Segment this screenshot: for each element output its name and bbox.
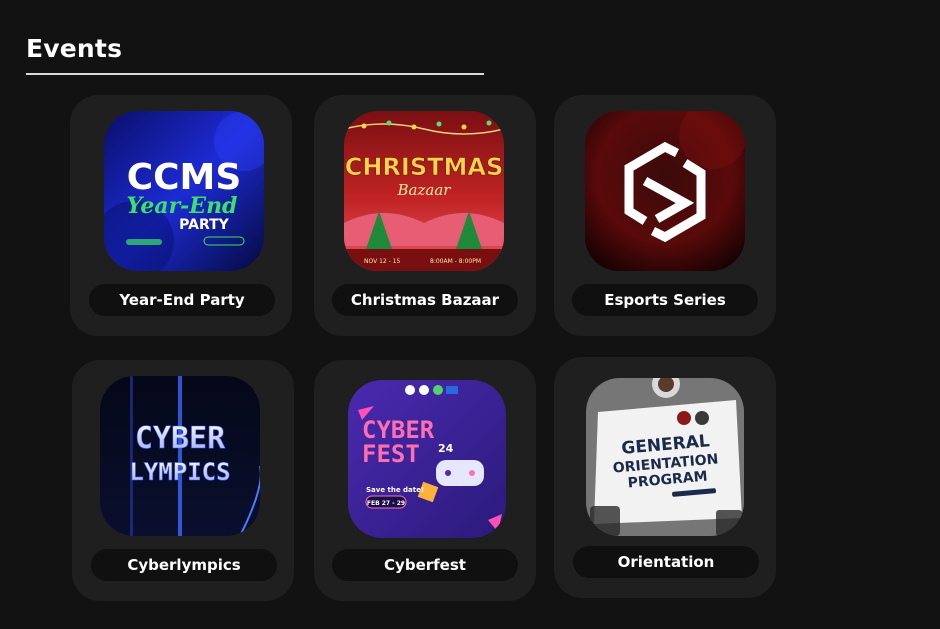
event-poster-cyberlympics: CYBER LYMPICS: [100, 376, 260, 536]
poster-text: CHRISTMAS: [345, 153, 504, 181]
event-poster-christmas-bazaar: CHRISTMAS Bazaar NOV 12 - 15 8:00AM - 8:…: [344, 111, 504, 271]
event-label: Esports Series: [572, 284, 758, 316]
poster-text: 8:00AM - 8:00PM: [430, 258, 481, 265]
poster-text: PARTY: [179, 217, 230, 233]
event-label: Cyberlympics: [91, 549, 277, 581]
poster-text: Save the date!: [366, 486, 424, 494]
poster-text: LYMPICS: [129, 458, 230, 486]
event-label: Orientation: [573, 546, 759, 578]
event-poster-orientation: GENERAL ORIENTATION PROGRAM: [586, 378, 744, 536]
event-card-year-end-party[interactable]: CCMS Year-End PARTY Year-End Party: [70, 95, 292, 336]
event-card-christmas-bazaar[interactable]: CHRISTMAS Bazaar NOV 12 - 15 8:00AM - 8:…: [314, 95, 536, 336]
event-poster-cyberfest: CYBER FEST 24 Save the date! FEB 27 - 29: [348, 380, 506, 538]
event-card-cyberlympics[interactable]: CYBER LYMPICS Cyberlympics: [72, 360, 294, 601]
poster-text: 24: [438, 442, 454, 455]
event-card-cyberfest[interactable]: CYBER FEST 24 Save the date! FEB 27 - 29…: [314, 360, 536, 601]
poster-text: FEST: [362, 440, 420, 468]
event-label: Year-End Party: [89, 284, 275, 316]
page-title: Events: [26, 34, 123, 63]
event-card-esports-series[interactable]: Esports Series: [554, 95, 776, 336]
event-label: Christmas Bazaar: [332, 284, 518, 316]
event-card-orientation[interactable]: GENERAL ORIENTATION PROGRAM Orientation: [554, 357, 776, 598]
event-label: Cyberfest: [332, 549, 518, 581]
event-poster-year-end-party: CCMS Year-End PARTY: [104, 111, 264, 271]
poster-text: Year-End: [127, 193, 238, 219]
poster-text: CCMS: [127, 157, 242, 198]
event-poster-esports-series: [585, 111, 745, 271]
header-divider: [26, 73, 484, 75]
poster-text: Bazaar: [397, 181, 452, 199]
poster-text: CYBER: [135, 421, 226, 456]
poster-text: NOV 12 - 15: [364, 258, 401, 265]
poster-text: FEB 27 - 29: [367, 500, 405, 507]
